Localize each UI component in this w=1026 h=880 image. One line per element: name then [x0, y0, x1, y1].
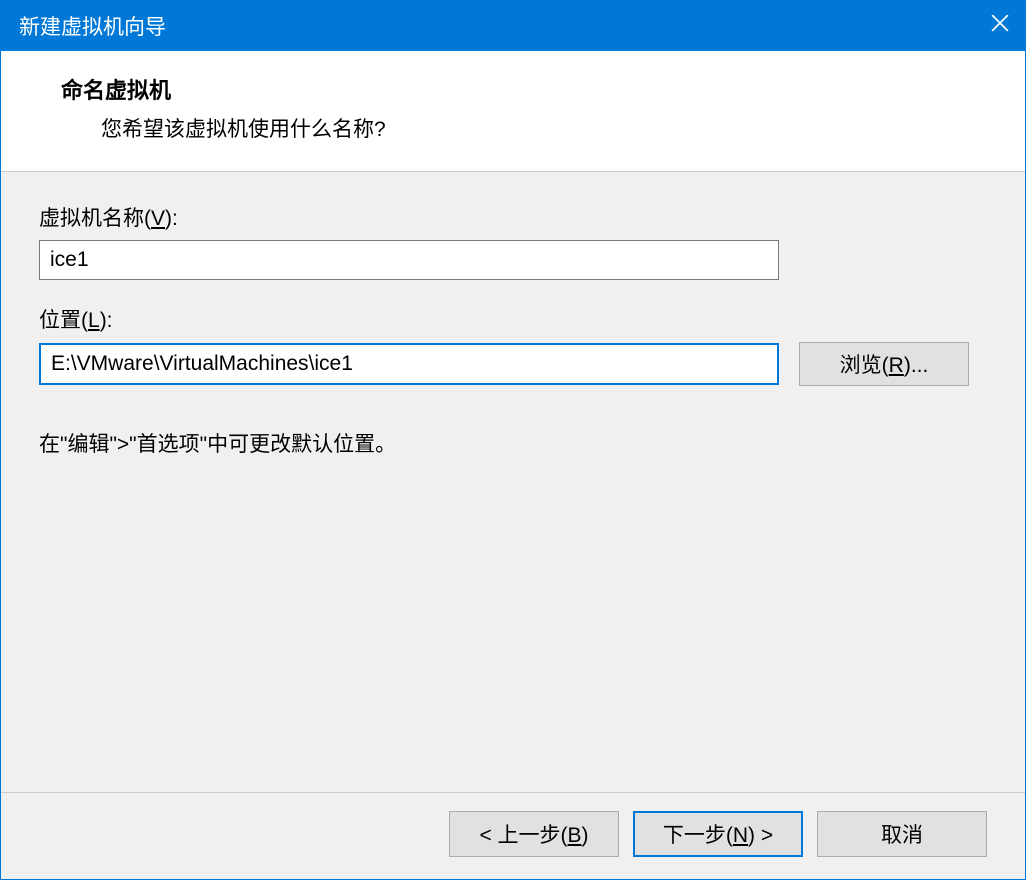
location-hint: 在"编辑">"首选项"中可更改默认位置。	[39, 428, 987, 458]
vm-name-label: 虚拟机名称(V):	[39, 202, 987, 232]
button-bar: < 上一步(B) 下一步(N) > 取消	[1, 792, 1025, 879]
next-button[interactable]: 下一步(N) >	[633, 811, 803, 857]
wizard-header: 命名虚拟机 您希望该虚拟机使用什么名称?	[1, 51, 1025, 172]
vm-name-group: 虚拟机名称(V):	[39, 202, 987, 280]
page-title: 命名虚拟机	[61, 73, 995, 105]
content-area: 虚拟机名称(V): 位置(L): 浏览(R)... 在"编辑">"首选项"中可更…	[1, 172, 1025, 792]
wizard-window: 新建虚拟机向导 命名虚拟机 您希望该虚拟机使用什么名称? 虚拟机名称(V): 位…	[0, 0, 1026, 880]
back-button[interactable]: < 上一步(B)	[449, 811, 619, 857]
titlebar: 新建虚拟机向导	[1, 1, 1025, 51]
vm-name-input[interactable]	[39, 240, 779, 280]
location-row: 浏览(R)...	[39, 342, 987, 386]
cancel-button[interactable]: 取消	[817, 811, 987, 857]
page-subtitle: 您希望该虚拟机使用什么名称?	[101, 113, 995, 143]
location-label: 位置(L):	[39, 304, 987, 334]
window-title: 新建虚拟机向导	[19, 11, 1007, 41]
close-button[interactable]	[975, 1, 1025, 51]
location-group: 位置(L): 浏览(R)...	[39, 304, 987, 386]
location-input[interactable]	[39, 343, 779, 385]
browse-button[interactable]: 浏览(R)...	[799, 342, 969, 386]
close-icon	[991, 14, 1009, 38]
